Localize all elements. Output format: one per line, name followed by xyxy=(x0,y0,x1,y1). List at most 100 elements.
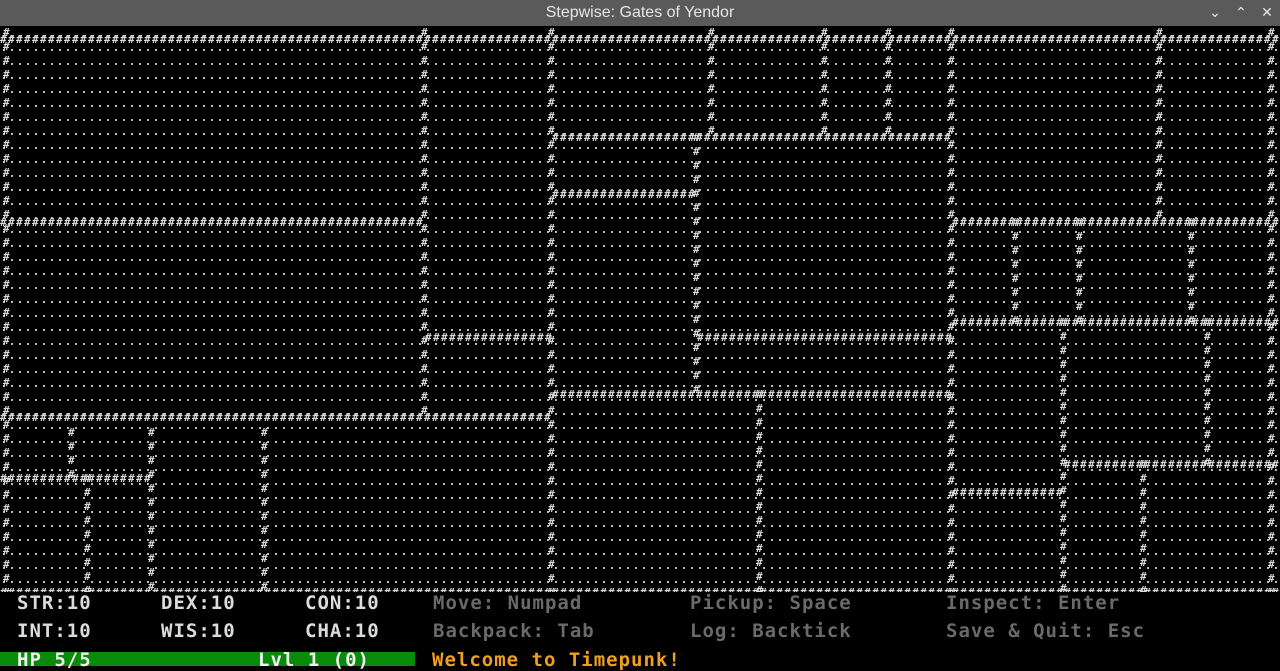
wall-tile: # xyxy=(1268,110,1275,123)
wall-tile: # xyxy=(208,411,215,424)
wall-tile: # xyxy=(968,216,975,229)
wall-tile: # xyxy=(548,446,555,459)
wall-tile: # xyxy=(560,188,567,201)
wall-tile: # xyxy=(200,33,207,46)
wall-tile: # xyxy=(1140,472,1147,485)
wall-tile: # xyxy=(948,110,955,123)
wall-tile: # xyxy=(756,472,763,485)
wall-tile: # xyxy=(897,331,904,344)
wall-tile: # xyxy=(880,388,887,401)
wall-tile: # xyxy=(1268,236,1275,249)
wall-tile: # xyxy=(1264,216,1271,229)
wall-tile: # xyxy=(3,54,10,67)
wall-tile: # xyxy=(600,33,607,46)
wall-tile: # xyxy=(536,33,543,46)
wall-tile: # xyxy=(756,388,763,401)
wall-tile: # xyxy=(928,33,935,46)
wall-tile: # xyxy=(512,411,519,424)
wall-tile: # xyxy=(400,411,407,424)
wall-tile: # xyxy=(885,40,892,53)
wall-tile: # xyxy=(1064,216,1071,229)
wall-tile: # xyxy=(148,566,155,579)
wall-tile: # xyxy=(1156,40,1163,53)
wall-tile: # xyxy=(528,33,535,46)
wall-tile: # xyxy=(744,33,751,46)
wall-tile: # xyxy=(3,236,10,249)
wall-tile: # xyxy=(104,33,111,46)
wall-tile: # xyxy=(793,331,800,344)
wall-tile: # xyxy=(756,542,763,555)
wall-tile: # xyxy=(1156,166,1163,179)
wall-tile: # xyxy=(664,388,671,401)
wall-tile: # xyxy=(693,173,700,186)
wall-tile: # xyxy=(696,388,703,401)
wall-tile: # xyxy=(708,40,715,53)
wall-tile: # xyxy=(948,572,955,585)
wall-tile: # xyxy=(3,488,10,501)
wall-tile: # xyxy=(1240,316,1247,329)
wall-tile: # xyxy=(1268,502,1275,515)
wall-tile: # xyxy=(3,334,10,347)
wall-tile: # xyxy=(948,348,955,361)
wall-tile: # xyxy=(1060,414,1067,427)
wall-tile: # xyxy=(440,33,447,46)
wall-tile: # xyxy=(1072,458,1079,471)
wall-tile: # xyxy=(592,33,599,46)
wall-tile: # xyxy=(421,166,428,179)
wall-tile: # xyxy=(840,131,847,144)
wall-tile: # xyxy=(1140,556,1147,569)
wall-tile: # xyxy=(864,33,871,46)
dungeon-map[interactable]: # # # # # # # # # # # # # # # # # # # # # # # # # # # # # # # # # # # # # # # #… xyxy=(0,26,1280,592)
wall-tile: # xyxy=(1224,316,1231,329)
wall-tile: # xyxy=(456,33,463,46)
wall-tile: # xyxy=(873,331,880,344)
wall-tile: # xyxy=(776,388,783,401)
wall-tile: # xyxy=(3,516,10,529)
wall-tile: # xyxy=(756,556,763,569)
wall-tile: # xyxy=(1060,526,1067,539)
wall-tile: # xyxy=(756,500,763,513)
wall-tile: # xyxy=(1248,216,1255,229)
wall-tile: # xyxy=(1176,33,1183,46)
wall-tile: # xyxy=(1064,458,1071,471)
wall-tile: # xyxy=(1268,250,1275,263)
wall-tile: # xyxy=(1268,54,1275,67)
wall-tile: # xyxy=(160,33,167,46)
wall-tile: # xyxy=(728,131,735,144)
chevron-up-icon[interactable]: ⌃ xyxy=(1231,3,1251,23)
wall-tile: # xyxy=(480,411,487,424)
wall-tile: # xyxy=(40,33,47,46)
wall-tile: # xyxy=(32,411,39,424)
wall-tile: # xyxy=(821,40,828,53)
wall-tile: # xyxy=(56,33,63,46)
wall-tile: # xyxy=(756,416,763,429)
hp-text: HP 5/5 xyxy=(17,649,92,671)
close-icon[interactable]: ✕ xyxy=(1257,3,1277,23)
chevron-down-icon[interactable]: ⌄ xyxy=(1205,3,1225,23)
wall-tile: # xyxy=(936,388,943,401)
wall-tile: # xyxy=(24,216,31,229)
wall-tile: # xyxy=(400,33,407,46)
wall-tile: # xyxy=(821,54,828,67)
wall-tile: # xyxy=(592,188,599,201)
wall-tile: # xyxy=(1060,344,1067,357)
wall-tile: # xyxy=(1156,152,1163,165)
wall-tile: # xyxy=(736,388,743,401)
wall-tile: # xyxy=(148,524,155,537)
wall-tile: # xyxy=(744,131,751,144)
wall-tile: # xyxy=(1268,292,1275,305)
wall-tile: # xyxy=(68,468,75,481)
wall-tile: # xyxy=(496,411,503,424)
wall-tile: # xyxy=(968,316,975,329)
wall-tile: # xyxy=(800,131,807,144)
wall-tile: # xyxy=(304,216,311,229)
wall-tile: # xyxy=(528,411,535,424)
window-titlebar: Stepwise: Gates of Yendor ⌄ ⌃ ✕ xyxy=(0,0,1280,26)
wall-tile: # xyxy=(568,388,575,401)
wall-tile: # xyxy=(817,331,824,344)
wall-tile: # xyxy=(1156,138,1163,151)
wall-tile: # xyxy=(1152,458,1159,471)
wall-tile: # xyxy=(760,131,767,144)
wall-tile: # xyxy=(1176,216,1183,229)
wall-tile: # xyxy=(721,331,728,344)
